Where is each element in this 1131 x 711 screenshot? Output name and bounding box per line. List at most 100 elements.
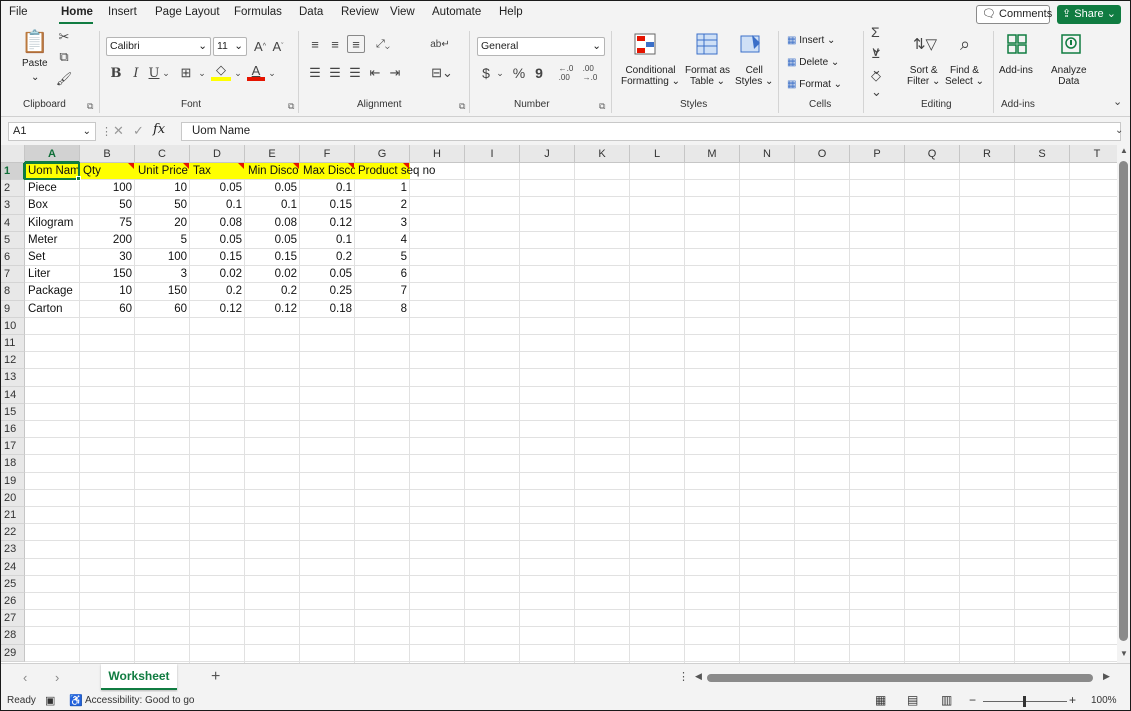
cell-g4[interactable]: 3 — [355, 215, 410, 232]
cell-g6[interactable]: 5 — [355, 249, 410, 266]
cell-g5[interactable]: 4 — [355, 232, 410, 249]
macro-record-icon[interactable]: ▣ — [45, 694, 55, 707]
wrap-text-icon[interactable]: ab↵ — [430, 34, 450, 54]
comment-indicator-icon[interactable] — [348, 163, 354, 169]
select-all-corner[interactable] — [1, 145, 25, 163]
cell-b3[interactable]: 50 — [80, 197, 135, 214]
row-header-29[interactable]: 29 — [1, 644, 25, 662]
sort-filter-icon[interactable]: ⇅▽ — [913, 31, 937, 57]
cancel-icon[interactable]: ✕ — [113, 123, 124, 139]
accessibility-icon[interactable]: ♿ — [69, 694, 83, 707]
header-cell-b[interactable]: Qty — [80, 163, 135, 180]
row-header-4[interactable]: 4 — [1, 214, 25, 232]
row-header-3[interactable]: 3 — [1, 197, 25, 215]
clear-icon[interactable]: ◇ ⌄ — [871, 68, 895, 99]
collapse-ribbon-icon[interactable]: ⌄ — [1113, 95, 1122, 108]
format-cells-button[interactable]: ▦ Format ⌄ — [787, 79, 842, 90]
chevron-down-icon[interactable]: ⌄ — [161, 65, 171, 81]
cell-c5[interactable]: 5 — [135, 232, 190, 249]
find-select-icon[interactable]: ⌕ — [953, 31, 977, 57]
column-header-q[interactable]: Q — [905, 145, 960, 163]
cell-f2[interactable]: 0.1 — [300, 180, 355, 197]
column-header-r[interactable]: R — [960, 145, 1015, 163]
decrease-font-icon[interactable]: Aˇ — [271, 38, 285, 54]
column-header-t[interactable]: T — [1070, 145, 1117, 163]
page-layout-view-icon[interactable]: ▤ — [907, 693, 918, 707]
row-header-19[interactable]: 19 — [1, 472, 25, 490]
cell-d6[interactable]: 0.15 — [190, 249, 245, 266]
cell-a2[interactable]: Piece — [25, 180, 80, 197]
bold-button[interactable]: B — [109, 65, 123, 81]
row-header-25[interactable]: 25 — [1, 575, 25, 593]
next-sheet-icon[interactable]: › — [55, 670, 59, 685]
cell-c3[interactable]: 50 — [135, 197, 190, 214]
insert-function-icon[interactable]: fx — [153, 122, 165, 137]
column-header-a[interactable]: A — [25, 145, 80, 163]
cell-e5[interactable]: 0.05 — [245, 232, 300, 249]
row-header-23[interactable]: 23 — [1, 541, 25, 559]
header-cell-e[interactable]: Min Disco — [245, 163, 300, 180]
column-header-s[interactable]: S — [1015, 145, 1070, 163]
decrease-decimal-icon[interactable]: .00 →.0 — [581, 64, 599, 82]
increase-decimal-icon[interactable]: ←.0.00 — [557, 64, 575, 82]
zoom-in-icon[interactable]: + — [1069, 693, 1076, 707]
row-header-12[interactable]: 12 — [1, 352, 25, 370]
add-ins-icon[interactable] — [1005, 31, 1029, 57]
column-header-j[interactable]: J — [520, 145, 575, 163]
cell-e4[interactable]: 0.08 — [245, 215, 300, 232]
cell-c7[interactable]: 3 — [135, 266, 190, 283]
insert-cells-button[interactable]: ▦ Insert ⌄ — [787, 35, 835, 46]
cell-b6[interactable]: 30 — [80, 249, 135, 266]
cell-c6[interactable]: 100 — [135, 249, 190, 266]
row-header-20[interactable]: 20 — [1, 489, 25, 507]
cell-g2[interactable]: 1 — [355, 180, 410, 197]
cell-e9[interactable]: 0.12 — [245, 301, 300, 318]
cell-e3[interactable]: 0.1 — [245, 197, 300, 214]
sheet-tab-worksheet[interactable]: Worksheet — [101, 664, 177, 690]
chevron-down-icon[interactable]: ⌄ — [495, 65, 505, 81]
analyze-data-icon[interactable] — [1059, 31, 1083, 57]
cell-f9[interactable]: 0.18 — [300, 301, 355, 318]
row-header-22[interactable]: 22 — [1, 524, 25, 542]
column-header-g[interactable]: G — [355, 145, 410, 163]
normal-view-icon[interactable]: ▦ — [875, 693, 886, 707]
cell-b7[interactable]: 150 — [80, 266, 135, 283]
page-break-view-icon[interactable]: ▥ — [941, 693, 952, 707]
column-header-l[interactable]: L — [630, 145, 685, 163]
cell-c8[interactable]: 150 — [135, 283, 190, 300]
copy-icon[interactable]: ⧉ — [56, 49, 72, 65]
number-format-select[interactable]: General ⌄ — [477, 37, 605, 56]
format-as-table-label[interactable]: Format as Table ⌄ — [685, 65, 730, 87]
align-bottom-icon[interactable]: ≡ — [347, 35, 365, 53]
add-sheet-icon[interactable]: + — [211, 668, 220, 686]
orientation-icon[interactable]: ⤢⌄ — [371, 36, 395, 52]
conditional-formatting-icon[interactable] — [633, 31, 657, 57]
cell-d3[interactable]: 0.1 — [190, 197, 245, 214]
cut-icon[interactable]: ✂ — [56, 29, 72, 45]
add-ins-label[interactable]: Add-ins — [999, 65, 1033, 76]
fill-color-icon[interactable]: ◇ — [211, 62, 231, 81]
cell-a4[interactable]: Kilogram — [25, 215, 80, 232]
zoom-level[interactable]: 100% — [1091, 695, 1117, 706]
cell-c2[interactable]: 10 — [135, 180, 190, 197]
cell-b8[interactable]: 10 — [80, 283, 135, 300]
header-cell-d[interactable]: Tax — [190, 163, 245, 180]
scroll-down-icon[interactable]: ▼ — [1120, 649, 1128, 658]
cell-d7[interactable]: 0.02 — [190, 266, 245, 283]
cell-f5[interactable]: 0.1 — [300, 232, 355, 249]
cell-e8[interactable]: 0.2 — [245, 283, 300, 300]
analyze-data-label[interactable]: Analyze Data — [1051, 65, 1087, 87]
format-painter-icon[interactable]: 🖌 — [56, 71, 73, 87]
name-box[interactable]: A1 ⌄ — [8, 122, 96, 141]
cell-a3[interactable]: Box — [25, 197, 80, 214]
italic-button[interactable]: I — [129, 65, 143, 81]
alignment-launcher-icon[interactable]: ⧉ — [459, 101, 465, 112]
paste-label[interactable]: Paste — [22, 58, 48, 69]
row-header-28[interactable]: 28 — [1, 627, 25, 645]
column-header-n[interactable]: N — [740, 145, 795, 163]
comma-style-button[interactable]: 9 — [533, 64, 545, 82]
expand-formula-icon[interactable]: ⌄ — [1115, 125, 1123, 136]
underline-button[interactable]: U — [147, 65, 161, 81]
cell-b9[interactable]: 60 — [80, 301, 135, 318]
cell-f3[interactable]: 0.15 — [300, 197, 355, 214]
